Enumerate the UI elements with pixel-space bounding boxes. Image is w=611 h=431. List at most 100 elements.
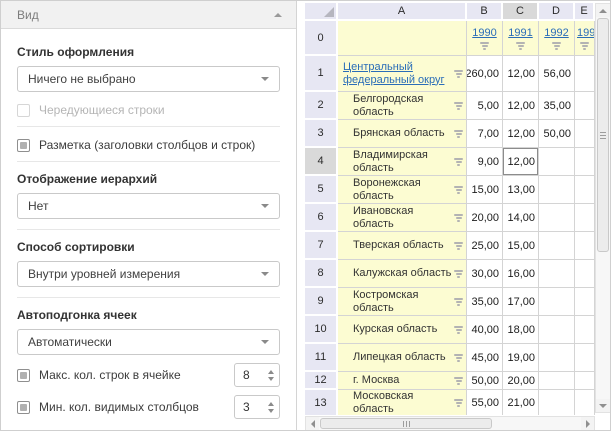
column-header-c[interactable]: C bbox=[503, 3, 539, 21]
year-link[interactable]: 199 bbox=[577, 27, 595, 39]
data-cell[interactable] bbox=[575, 288, 595, 316]
data-cell[interactable]: 19,00 bbox=[503, 344, 539, 372]
year-cell[interactable]: 1991 bbox=[503, 21, 539, 56]
year-cell[interactable]: 1990 bbox=[467, 21, 503, 56]
data-cell[interactable]: 30,00 bbox=[467, 260, 503, 288]
region-cell[interactable]: Курская область bbox=[338, 316, 467, 344]
filter-icon[interactable] bbox=[454, 354, 463, 362]
data-cell[interactable] bbox=[575, 316, 595, 344]
scroll-down-button[interactable] bbox=[596, 399, 610, 412]
region-cell[interactable]: г. Москва bbox=[338, 372, 467, 390]
data-cell[interactable] bbox=[539, 176, 575, 204]
row-header[interactable]: 9 bbox=[305, 288, 338, 316]
hierarchy-dropdown[interactable]: Нет bbox=[17, 193, 280, 219]
data-cell[interactable] bbox=[539, 204, 575, 232]
row-header[interactable]: 7 bbox=[305, 232, 338, 260]
scroll-up-button[interactable] bbox=[596, 4, 610, 17]
horizontal-scrollbar-thumb[interactable] bbox=[320, 418, 492, 429]
region-cell[interactable]: Московская область bbox=[338, 390, 467, 415]
year-cell[interactable]: 1992 bbox=[539, 21, 575, 56]
spinner-up-icon[interactable] bbox=[268, 370, 274, 374]
data-cell[interactable] bbox=[575, 390, 595, 415]
vertical-scrollbar-thumb[interactable] bbox=[597, 18, 609, 252]
data-cell[interactable]: 5,00 bbox=[467, 92, 503, 120]
max-rows-checkbox[interactable] bbox=[17, 369, 30, 382]
data-cell[interactable]: 12,00 bbox=[503, 56, 539, 92]
panel-header[interactable]: Вид bbox=[1, 1, 296, 29]
spinner-up-icon[interactable] bbox=[268, 402, 274, 406]
region-cell[interactable]: Владимирская область bbox=[338, 148, 467, 176]
row-header[interactable]: 11 bbox=[305, 344, 338, 372]
spinner-down-icon[interactable] bbox=[268, 377, 274, 381]
row-header[interactable]: 5 bbox=[305, 176, 338, 204]
data-cell[interactable]: 260,00 bbox=[467, 56, 503, 92]
filter-icon[interactable] bbox=[454, 377, 463, 385]
filter-icon[interactable] bbox=[454, 214, 463, 222]
collapse-arrow-icon[interactable] bbox=[274, 13, 282, 17]
data-cell[interactable] bbox=[539, 288, 575, 316]
data-cell[interactable]: 12,00 bbox=[503, 92, 539, 120]
row-header-selected[interactable]: 4 bbox=[305, 148, 338, 176]
data-cell[interactable] bbox=[539, 372, 575, 390]
data-cell[interactable]: 15,00 bbox=[503, 232, 539, 260]
filter-icon[interactable] bbox=[454, 399, 463, 407]
data-cell[interactable] bbox=[575, 232, 595, 260]
data-cell[interactable] bbox=[575, 56, 595, 92]
min-cols-spinner[interactable]: 3 bbox=[234, 395, 280, 419]
data-cell[interactable] bbox=[575, 176, 595, 204]
data-cell[interactable] bbox=[575, 148, 595, 176]
row-header[interactable]: 8 bbox=[305, 260, 338, 288]
region-cell[interactable]: Ивановская область bbox=[338, 204, 467, 232]
spinner-down-icon[interactable] bbox=[268, 409, 274, 413]
data-cell[interactable]: 12,00 bbox=[503, 120, 539, 148]
min-cols-checkbox[interactable] bbox=[17, 401, 30, 414]
data-cell[interactable] bbox=[575, 120, 595, 148]
data-cell[interactable]: 9,00 bbox=[467, 148, 503, 176]
data-cell[interactable] bbox=[539, 260, 575, 288]
data-cell[interactable] bbox=[539, 232, 575, 260]
data-cell[interactable] bbox=[539, 316, 575, 344]
region-cell[interactable]: Калужская область bbox=[338, 260, 467, 288]
filter-icon[interactable] bbox=[454, 270, 463, 278]
year-link[interactable]: 1990 bbox=[472, 27, 496, 39]
data-cell[interactable]: 35,00 bbox=[467, 288, 503, 316]
row-header[interactable]: 3 bbox=[305, 120, 338, 148]
filter-icon[interactable] bbox=[552, 42, 561, 50]
column-header-d[interactable]: D bbox=[539, 3, 575, 21]
style-dropdown[interactable]: Ничего не выбрано bbox=[17, 66, 280, 92]
row-header[interactable]: 2 bbox=[305, 92, 338, 120]
filter-icon[interactable] bbox=[580, 42, 589, 50]
horizontal-scrollbar[interactable] bbox=[305, 416, 595, 431]
row-header[interactable]: 0 bbox=[305, 21, 338, 56]
vertical-scrollbar[interactable] bbox=[595, 3, 611, 413]
data-cell[interactable]: 18,00 bbox=[503, 316, 539, 344]
filter-icon[interactable] bbox=[516, 42, 525, 50]
row-header[interactable]: 1 bbox=[305, 56, 338, 92]
data-cell[interactable]: 50,00 bbox=[467, 372, 503, 390]
data-cell[interactable] bbox=[575, 344, 595, 372]
column-header-a[interactable]: A bbox=[338, 3, 467, 21]
region-cell[interactable]: Брянская область bbox=[338, 120, 467, 148]
filter-icon[interactable] bbox=[454, 102, 463, 110]
data-cell[interactable]: 56,00 bbox=[539, 56, 575, 92]
filter-icon[interactable] bbox=[454, 326, 463, 334]
sorting-dropdown[interactable]: Внутри уровней измерения bbox=[17, 261, 280, 287]
filter-icon[interactable] bbox=[480, 42, 489, 50]
filter-icon[interactable] bbox=[454, 70, 463, 78]
region-link[interactable]: Центральный федеральный округ bbox=[343, 61, 452, 87]
data-cell[interactable]: 16,00 bbox=[503, 260, 539, 288]
data-cell[interactable]: 17,00 bbox=[503, 288, 539, 316]
data-cell[interactable] bbox=[575, 260, 595, 288]
data-cell[interactable]: 13,00 bbox=[503, 176, 539, 204]
data-cell[interactable]: 21,00 bbox=[503, 390, 539, 415]
row-header[interactable]: 6 bbox=[305, 204, 338, 232]
scroll-left-button[interactable] bbox=[306, 417, 319, 430]
data-cell[interactable]: 25,00 bbox=[467, 232, 503, 260]
filter-icon[interactable] bbox=[454, 242, 463, 250]
data-cell[interactable]: 50,00 bbox=[539, 120, 575, 148]
filter-icon[interactable] bbox=[454, 158, 463, 166]
corner-dimension-cell[interactable] bbox=[338, 21, 467, 56]
filter-icon[interactable] bbox=[454, 186, 463, 194]
select-all-corner[interactable] bbox=[305, 3, 338, 21]
data-cell[interactable] bbox=[575, 372, 595, 390]
